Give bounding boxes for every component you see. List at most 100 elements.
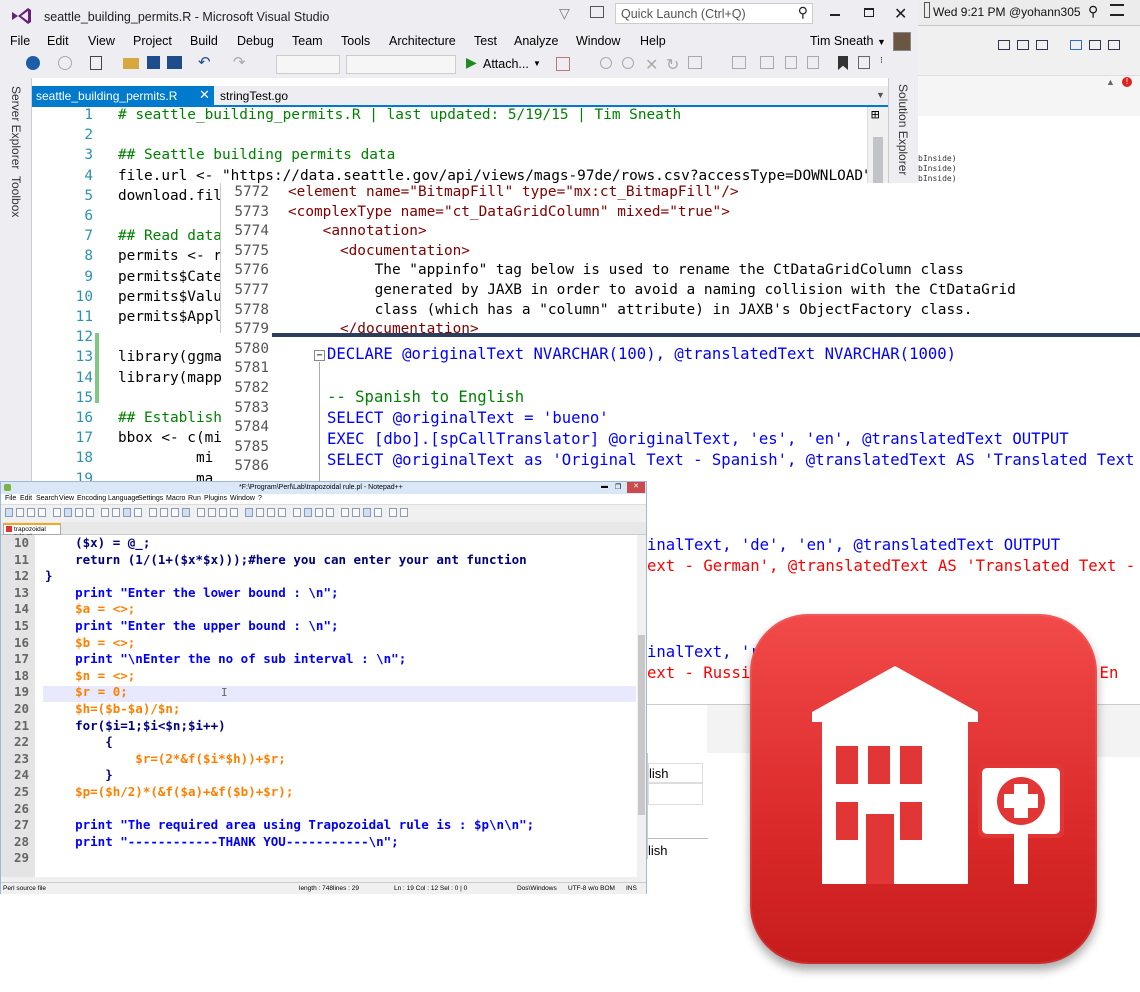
npp-toolbar-icon[interactable] xyxy=(278,508,286,517)
npp-toolbar-icon[interactable] xyxy=(293,508,301,517)
save-all-icon[interactable] xyxy=(167,56,182,69)
npp-toolbar-icon[interactable] xyxy=(38,508,46,517)
npp-toolbar-icon[interactable] xyxy=(400,508,408,517)
npp-tab-trapozoidal[interactable]: trapozoidal rule.pl xyxy=(3,523,61,540)
npp-toolbar-icon[interactable] xyxy=(53,508,61,517)
tab-stringtest[interactable]: stringTest.go xyxy=(218,86,318,106)
npp-toolbar-icon[interactable] xyxy=(208,508,216,517)
npp-toolbar-icon[interactable] xyxy=(389,508,397,517)
search-icon[interactable]: ⚲ xyxy=(798,4,808,21)
uncomment-icon[interactable] xyxy=(807,56,819,69)
solution-explorer-tab[interactable]: Solution Explorer xyxy=(896,84,910,175)
npp-toolbar-icon[interactable] xyxy=(160,508,168,517)
npp-menu-view[interactable]: View xyxy=(59,495,74,502)
npp-toolbar-icon[interactable] xyxy=(16,508,24,517)
menu-test[interactable]: Test xyxy=(474,34,497,48)
menu-build[interactable]: Build xyxy=(190,34,218,48)
menu-analyze[interactable]: Analyze xyxy=(514,34,558,48)
comment-icon[interactable] xyxy=(785,56,797,69)
mac-user[interactable]: @yohann305 xyxy=(1009,5,1081,19)
refresh-icon[interactable]: ↻ xyxy=(666,55,679,75)
minimize-icon[interactable] xyxy=(830,14,840,16)
npp-maximize-icon[interactable]: ❐ xyxy=(615,483,621,491)
npp-toolbar-icon[interactable] xyxy=(315,508,323,517)
npp-toolbar-icon[interactable] xyxy=(149,508,157,517)
step-over-icon[interactable] xyxy=(622,57,634,69)
new-project-icon[interactable] xyxy=(90,56,102,70)
feedback-icon[interactable] xyxy=(590,6,604,18)
toolbar-edit-icon[interactable] xyxy=(1036,40,1048,50)
avatar[interactable] xyxy=(893,32,911,51)
server-explorer-tab[interactable]: Server Explorer xyxy=(9,86,23,169)
npp-menu-edit[interactable]: Edit xyxy=(20,495,32,502)
toolbar-save-icon[interactable] xyxy=(1017,40,1029,50)
npp-menu-help[interactable]: ? xyxy=(258,495,262,502)
menu-architecture[interactable]: Architecture xyxy=(389,34,456,48)
npp-menu-macro[interactable]: Macro xyxy=(166,495,185,502)
menu-view[interactable]: View xyxy=(88,34,115,48)
configuration-select[interactable] xyxy=(276,55,340,74)
npp-menu-encoding[interactable]: Encoding xyxy=(77,495,106,502)
toolbar-icon-d[interactable] xyxy=(858,56,870,69)
debug-target-icon[interactable] xyxy=(556,57,570,71)
npp-minimize-icon[interactable]: ▬ xyxy=(601,483,608,490)
menu-tools[interactable]: Tools xyxy=(341,34,370,48)
notification-center-icon[interactable] xyxy=(1110,4,1124,16)
npp-scroll-thumb[interactable] xyxy=(638,635,645,815)
toolbar-list-icon[interactable] xyxy=(998,40,1010,50)
npp-close-icon[interactable]: ✕ xyxy=(627,482,645,493)
npp-toolbar-icon[interactable] xyxy=(101,508,109,517)
npp-toolbar-icon[interactable] xyxy=(123,508,131,517)
npp-menu-language[interactable]: Language xyxy=(108,495,139,502)
step-icon[interactable] xyxy=(600,57,612,69)
npp-toolbar-icon[interactable] xyxy=(5,508,13,517)
tab-close-icon[interactable]: ✕ xyxy=(199,87,210,103)
toolbox-tab[interactable]: Toolbox xyxy=(9,176,23,217)
collapse-region-icon[interactable]: − xyxy=(314,350,325,361)
npp-toolbar-icon[interactable] xyxy=(352,508,360,517)
npp-toolbar-icon[interactable] xyxy=(182,508,190,517)
mac-clock[interactable]: Wed 9:21 PM xyxy=(933,5,1005,19)
forward-icon[interactable] xyxy=(58,56,72,70)
npp-toolbar-icon[interactable] xyxy=(64,508,72,517)
npp-menu-file[interactable]: File xyxy=(5,495,16,502)
toolbar-icon-b[interactable] xyxy=(732,56,746,69)
attach-dropdown-icon[interactable]: ▼ xyxy=(533,59,541,68)
npp-toolbar-icon[interactable] xyxy=(27,508,35,517)
collapse-arrow-icon[interactable]: ▲ xyxy=(1106,77,1115,87)
npp-toolbar-icon[interactable] xyxy=(363,508,371,517)
npp-toolbar-icon[interactable] xyxy=(230,508,238,517)
menu-window[interactable]: Window xyxy=(576,34,620,48)
hospital-app-icon[interactable] xyxy=(750,614,1097,964)
npp-toolbar-icon[interactable] xyxy=(197,508,205,517)
undo-icon[interactable]: ↶ xyxy=(198,53,211,71)
npp-toolbar-icon[interactable] xyxy=(256,508,264,517)
bookmark-icon[interactable] xyxy=(838,56,848,70)
layout-bottom-icon[interactable] xyxy=(1089,40,1101,50)
maximize-icon[interactable] xyxy=(864,8,874,17)
npp-toolbar-icon[interactable] xyxy=(86,508,94,517)
npp-code-editor[interactable]: I 10 ($x) = @_; 11 return (1/(1+($x*$x)))… xyxy=(1,535,646,877)
menu-project[interactable]: Project xyxy=(133,34,172,48)
npp-toolbar-icon[interactable] xyxy=(245,508,253,517)
quick-launch-input[interactable]: Quick Launch (Ctrl+Q) ⚲ xyxy=(615,3,813,24)
spotlight-icon[interactable]: ⚲ xyxy=(1088,3,1098,20)
menu-file[interactable]: File xyxy=(10,34,30,48)
menu-debug[interactable]: Debug xyxy=(237,34,274,48)
close-icon[interactable]: ✕ xyxy=(894,4,907,24)
xml-editor[interactable]: 5772 <element name="BitmapFill" type="mx:… xyxy=(220,183,1140,474)
open-folder-icon[interactable] xyxy=(123,58,139,69)
toolbar-overflow-icon[interactable]: ⁝ xyxy=(880,55,883,66)
menu-team[interactable]: Team xyxy=(292,34,323,48)
user-name[interactable]: Tim Sneath xyxy=(810,34,873,48)
npp-toolbar-icon[interactable] xyxy=(112,508,120,517)
npp-toolbar-icon[interactable] xyxy=(304,508,312,517)
tab-overflow-icon[interactable]: ▼ xyxy=(876,90,885,100)
filter-icon[interactable]: ▽ xyxy=(559,5,570,22)
npp-menu-settings[interactable]: Settings xyxy=(138,495,163,502)
attach-button[interactable]: Attach... xyxy=(483,57,529,71)
stop-debug-icon[interactable]: ✕ xyxy=(645,55,658,75)
notification-icon[interactable] xyxy=(924,2,930,18)
platform-select[interactable] xyxy=(346,55,456,74)
npp-menu-window[interactable]: Window xyxy=(230,495,255,502)
